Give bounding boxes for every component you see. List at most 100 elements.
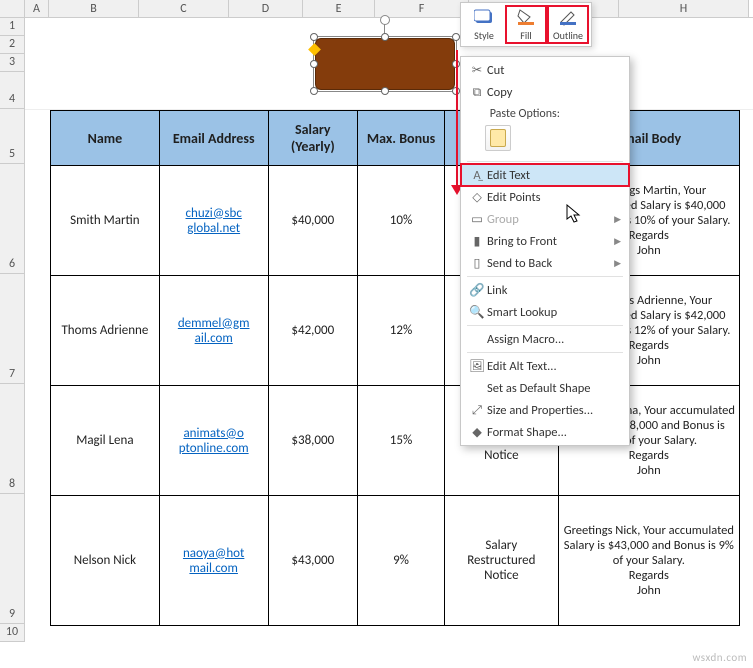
row-header[interactable]: 7 <box>0 274 25 384</box>
rounded-rectangle-shape[interactable] <box>315 38 455 90</box>
rotate-handle[interactable] <box>380 15 390 25</box>
cut-icon: ✂ <box>467 62 487 78</box>
smart-lookup-icon: 🔍 <box>467 305 487 320</box>
selection-border <box>313 36 457 92</box>
fill-button[interactable]: Fill <box>505 5 547 44</box>
resize-handle[interactable] <box>381 87 389 95</box>
bring-front-icon: ▮ <box>467 233 487 249</box>
row-header[interactable]: 3 <box>0 54 25 72</box>
header-name: Name <box>51 111 160 166</box>
outline-button[interactable]: Outline <box>547 5 589 44</box>
paste-options <box>461 123 629 159</box>
mini-toolbar: Style Fill Outline <box>460 2 592 47</box>
row-header[interactable]: 9 <box>0 494 25 624</box>
cell-name[interactable]: Nelson Nick <box>51 496 160 626</box>
cell-bonus[interactable]: 12% <box>358 276 445 386</box>
annotation-arrow <box>456 50 458 193</box>
outline-icon <box>550 7 586 27</box>
menu-cut[interactable]: ✂ Cut <box>461 59 629 81</box>
email-link[interactable]: naoya@hotmail.com <box>183 546 244 576</box>
cell-bonus[interactable]: 15% <box>358 386 445 496</box>
cell-bonus[interactable]: 10% <box>358 166 445 276</box>
submenu-arrow-icon: ▶ <box>614 214 621 225</box>
resize-handle[interactable] <box>310 33 318 41</box>
cell-body[interactable]: Greetings Nick, Your accumulated Salary … <box>558 496 739 626</box>
cell-subject[interactable]: SalaryRestructuredNotice <box>445 496 559 626</box>
paste-options-header: Paste Options: <box>461 103 629 123</box>
row-header[interactable]: 2 <box>0 36 25 54</box>
cell-name[interactable]: Smith Martin <box>51 166 160 276</box>
menu-send-to-back[interactable]: ▯ Send to Back ▶ <box>461 252 629 274</box>
edit-points-icon: ◇ <box>467 189 487 205</box>
col-header[interactable]: B <box>49 0 139 17</box>
header-email: Email Address <box>159 111 268 166</box>
row-header[interactable]: 5 <box>0 109 25 164</box>
row-header[interactable]: 1 <box>0 18 25 36</box>
menu-format-shape[interactable]: ◆ Format Shape... <box>461 421 629 443</box>
header-salary: Salary (Yearly) <box>268 111 357 166</box>
cell-bonus[interactable]: 9% <box>358 496 445 626</box>
menu-set-default-shape[interactable]: Set as Default Shape <box>461 377 629 399</box>
menu-group: ▭ Group ▶ <box>461 208 629 230</box>
col-header[interactable]: H <box>619 0 749 17</box>
cell-email[interactable]: naoya@hotmail.com <box>159 496 268 626</box>
cell-email[interactable]: demmel@gmail.com <box>159 276 268 386</box>
paste-option-icon[interactable] <box>485 125 511 151</box>
row-header[interactable]: 4 <box>0 72 25 109</box>
resize-handle[interactable] <box>452 33 460 41</box>
table-row: Smith Martin chuzi@sbcglobal.net $40,00010… <box>51 166 740 276</box>
menu-edit-text[interactable]: A̲ Edit Text <box>461 164 629 186</box>
col-header[interactable]: C <box>139 0 229 17</box>
row-header[interactable]: 10 <box>0 624 25 642</box>
edit-text-icon: A̲ <box>467 168 487 183</box>
fill-icon <box>508 7 544 27</box>
table-row: Thoms Adrienne demmel@gmail.com $42,00012%… <box>51 276 740 386</box>
menu-copy[interactable]: ⧉ Copy <box>461 81 629 103</box>
alt-text-icon: 🖼 <box>467 359 487 374</box>
style-icon <box>464 7 504 27</box>
menu-bring-to-front[interactable]: ▮ Bring to Front ▶ <box>461 230 629 252</box>
resize-handle[interactable] <box>310 87 318 95</box>
email-link[interactable]: animats@optonline.com <box>179 426 249 456</box>
email-link[interactable]: chuzi@sbcglobal.net <box>186 206 242 236</box>
outline-label: Outline <box>553 29 583 42</box>
watermark: wsxdn.com <box>693 651 747 664</box>
resize-handle[interactable] <box>310 60 318 68</box>
row-header[interactable]: 6 <box>0 164 25 274</box>
header-bonus: Max. Bonus <box>358 111 445 166</box>
table-row: Magil Lena animats@optonline.com $38,00015… <box>51 386 740 496</box>
cell-name[interactable]: Magil Lena <box>51 386 160 496</box>
row-header[interactable]: 8 <box>0 384 25 494</box>
group-icon: ▭ <box>467 211 487 227</box>
cell-salary[interactable]: $38,000 <box>268 386 357 496</box>
menu-smart-lookup[interactable]: 🔍 Smart Lookup <box>461 301 629 323</box>
fill-label: Fill <box>520 29 531 42</box>
cell-salary[interactable]: $40,000 <box>268 166 357 276</box>
col-header[interactable]: A <box>25 0 49 17</box>
send-back-icon: ▯ <box>467 255 487 271</box>
cell-salary[interactable]: $43,000 <box>268 496 357 626</box>
size-props-icon: ⤢ <box>467 403 487 418</box>
cell-name[interactable]: Thoms Adrienne <box>51 276 160 386</box>
col-header[interactable]: E <box>303 0 375 17</box>
column-headers: A B C D E F G H <box>25 0 753 18</box>
style-label: Style <box>474 29 494 42</box>
table-row: Nelson Nick naoya@hotmail.com $43,0009%Sal… <box>51 496 740 626</box>
link-icon: 🔗 <box>467 283 487 298</box>
cell-email[interactable]: chuzi@sbcglobal.net <box>159 166 268 276</box>
col-header[interactable]: D <box>229 0 303 17</box>
menu-edit-points[interactable]: ◇ Edit Points <box>461 186 629 208</box>
resize-handle[interactable] <box>381 33 389 41</box>
menu-link[interactable]: 🔗 Link <box>461 279 629 301</box>
format-shape-icon: ◆ <box>467 424 487 440</box>
submenu-arrow-icon: ▶ <box>614 258 621 269</box>
menu-edit-alt-text[interactable]: 🖼 Edit Alt Text... <box>461 355 629 377</box>
cell-salary[interactable]: $42,000 <box>268 276 357 386</box>
submenu-arrow-icon: ▶ <box>614 236 621 247</box>
cell-email[interactable]: animats@optonline.com <box>159 386 268 496</box>
menu-size-properties[interactable]: ⤢ Size and Properties... <box>461 399 629 421</box>
style-button[interactable]: Style <box>463 5 505 44</box>
menu-assign-macro[interactable]: Assign Macro... <box>461 328 629 350</box>
col-header[interactable]: F <box>375 0 469 17</box>
email-link[interactable]: demmel@gmail.com <box>178 316 250 346</box>
